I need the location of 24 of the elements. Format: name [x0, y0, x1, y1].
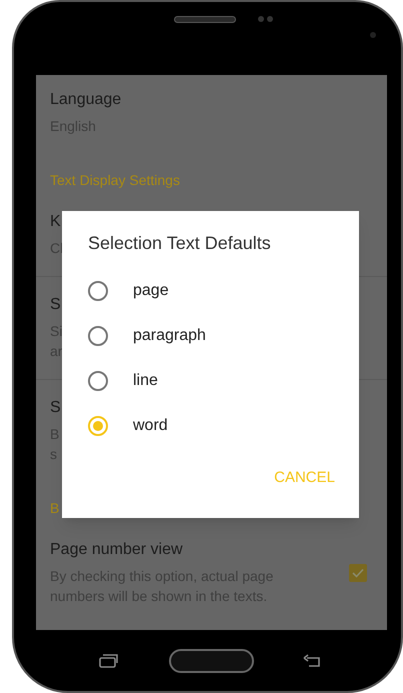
radio-option[interactable]: paragraph — [62, 313, 359, 358]
home-button[interactable] — [169, 648, 254, 672]
sensor-icon — [258, 16, 274, 23]
radio-button[interactable] — [88, 370, 108, 390]
camera-icon — [370, 32, 376, 38]
back-icon[interactable] — [303, 654, 323, 668]
dialog-title: Selection Text Defaults — [87, 232, 272, 255]
radio-button[interactable] — [88, 326, 108, 346]
radio-option[interactable]: word — [62, 403, 359, 448]
radio-option[interactable]: page — [62, 268, 359, 313]
recent-apps-icon[interactable] — [98, 652, 120, 668]
setting-title: Language — [50, 90, 122, 110]
checkbox[interactable] — [349, 564, 367, 582]
setting-title: K — [50, 212, 62, 232]
setting-title: Page number view — [50, 540, 184, 560]
radio-option[interactable]: line — [62, 358, 359, 403]
setting-title: S — [50, 295, 62, 315]
radio-button[interactable] — [88, 280, 108, 300]
section-header: Text Display Settings — [50, 171, 181, 190]
setting-title: S — [50, 398, 62, 418]
radio-button[interactable] — [88, 416, 108, 436]
checkmark-icon — [352, 568, 364, 578]
speaker-grille — [174, 16, 236, 23]
section-header: B — [50, 499, 60, 518]
